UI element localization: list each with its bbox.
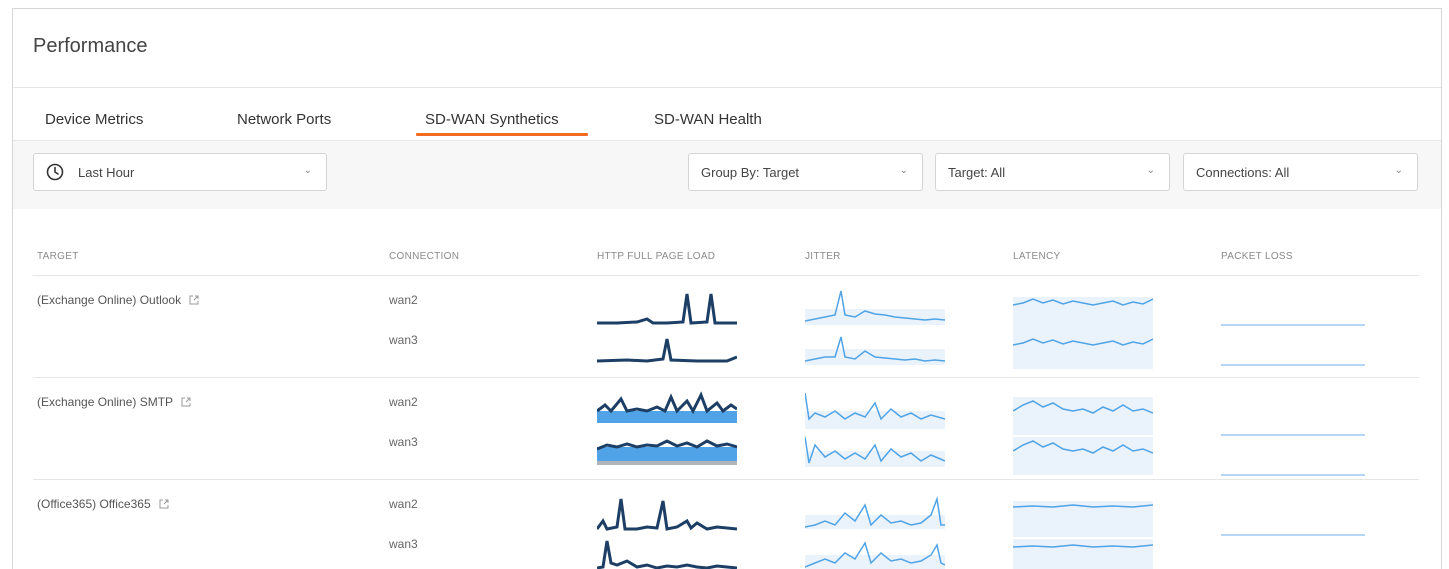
jitter-sparkline: [805, 392, 945, 467]
chevron-down-icon: ⌄: [1146, 165, 1155, 176]
chevron-down-icon: ⌄: [899, 165, 908, 176]
external-link-icon[interactable]: [189, 295, 199, 305]
performance-panel: Performance Device Metrics Network Ports…: [12, 8, 1442, 569]
target-name: (Exchange Online) Outlook: [37, 293, 182, 307]
connection-label: wan2: [389, 395, 418, 409]
external-link-icon[interactable]: [181, 397, 191, 407]
tab-sd-wan-synthetics[interactable]: SD-WAN Synthetics: [425, 111, 559, 128]
time-range-value: Last Hour: [78, 164, 135, 180]
table-header-divider: [33, 275, 1419, 276]
target-name: (Exchange Online) SMTP: [37, 395, 174, 409]
connection-label: wan3: [389, 435, 418, 449]
divider: [13, 87, 1441, 88]
http-load-sparkline: [597, 391, 737, 465]
row-divider: [33, 479, 1419, 480]
active-tab-indicator: [416, 133, 588, 136]
column-header-packet-loss: PACKET LOSS: [1221, 251, 1293, 262]
table-row-target[interactable]: (Office365) Office365: [37, 497, 169, 511]
row-divider: [33, 377, 1419, 378]
jitter-sparkline: [805, 290, 945, 365]
http-load-sparkline: [597, 293, 737, 363]
latency-sparkline: [1013, 397, 1153, 475]
latency-sparkline: [1013, 297, 1153, 369]
tab-bar: Device Metrics Network Ports SD-WAN Synt…: [13, 105, 1441, 141]
http-load-sparkline: [597, 498, 737, 569]
connections-value: Connections: All: [1196, 164, 1290, 180]
chevron-down-icon: ⌄: [1394, 165, 1403, 176]
packet-loss-sparkline: [1221, 534, 1365, 536]
packet-loss-sparkline: [1221, 324, 1365, 366]
column-header-jitter: JITTER: [805, 251, 841, 262]
connection-label: wan2: [389, 293, 418, 307]
jitter-sparkline: [805, 496, 945, 569]
connections-select[interactable]: Connections: All ⌄: [1183, 153, 1418, 191]
filter-toolbar: Last Hour ⌄ Group By: Target ⌄ Target: A…: [13, 141, 1441, 209]
tab-sd-wan-health[interactable]: SD-WAN Health: [654, 111, 762, 128]
connection-label: wan3: [389, 333, 418, 347]
column-header-http-page-load: HTTP FULL PAGE LOAD: [597, 251, 716, 262]
clock-icon: [46, 163, 64, 181]
external-link-icon[interactable]: [159, 499, 169, 509]
tab-device-metrics[interactable]: Device Metrics: [45, 111, 143, 128]
chevron-down-icon: ⌄: [303, 165, 312, 176]
column-header-latency: LATENCY: [1013, 251, 1061, 262]
table-row-target[interactable]: (Exchange Online) SMTP: [37, 395, 191, 409]
target-name: (Office365) Office365: [37, 497, 151, 511]
connection-label: wan3: [389, 537, 418, 551]
target-value: Target: All: [948, 164, 1006, 180]
column-header-connection: CONNECTION: [389, 251, 460, 262]
latency-sparkline: [1013, 501, 1153, 569]
group-by-value: Group By: Target: [701, 164, 800, 180]
packet-loss-sparkline: [1221, 434, 1365, 476]
page-title: Performance: [33, 35, 148, 57]
tab-network-ports[interactable]: Network Ports: [237, 111, 331, 128]
group-by-select[interactable]: Group By: Target ⌄: [688, 153, 923, 191]
column-header-target: TARGET: [37, 251, 79, 262]
target-select[interactable]: Target: All ⌄: [935, 153, 1170, 191]
table-row-target[interactable]: (Exchange Online) Outlook: [37, 293, 199, 307]
connection-label: wan2: [389, 497, 418, 511]
time-range-select[interactable]: Last Hour ⌄: [33, 153, 327, 191]
